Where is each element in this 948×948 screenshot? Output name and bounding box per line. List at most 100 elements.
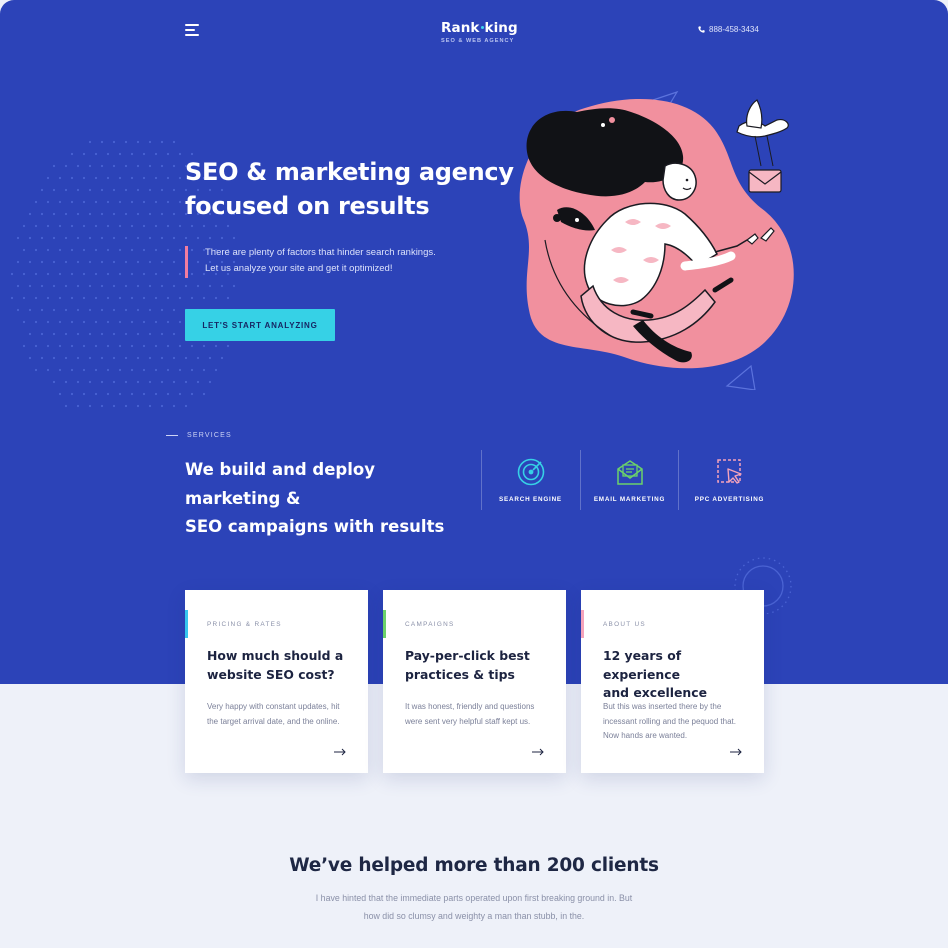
decoration-dot (166, 320, 170, 324)
card-accent (185, 610, 188, 638)
decoration-dot (148, 212, 152, 216)
decoration-dot (148, 188, 152, 192)
decoration-dot (112, 188, 116, 192)
service-search-engine[interactable]: SEARCH ENGINE (481, 450, 579, 510)
decoration-dot (52, 236, 56, 240)
decoration-dot (106, 320, 110, 324)
decoration-dot (46, 296, 50, 300)
decoration-dot (208, 380, 212, 384)
decoration-dot (142, 344, 146, 348)
decoration-dot (202, 344, 206, 348)
decoration-dot (178, 392, 182, 396)
decoration-dot (136, 284, 140, 288)
decoration-dot (52, 356, 56, 360)
decoration-dot (172, 212, 176, 216)
decoration-dot (214, 368, 218, 372)
decoration-dot (70, 152, 74, 156)
logo[interactable]: Rank king SEO & WEB AGENCY (441, 20, 521, 44)
decoration-dot (64, 308, 68, 312)
start-analyzing-button[interactable]: LET'S START ANALYZING (185, 309, 335, 341)
arrow-right-icon[interactable] (532, 748, 544, 756)
decoration-dot (82, 344, 86, 348)
service-email-marketing[interactable]: EMAIL MARKETING (580, 450, 678, 510)
decoration-dot (22, 344, 26, 348)
decoration-dot (118, 200, 122, 204)
decoration-dot (100, 236, 104, 240)
decoration-dot (88, 188, 92, 192)
service-label: EMAIL MARKETING (593, 496, 666, 503)
decoration-dot (154, 272, 158, 276)
decoration-dot (28, 332, 32, 336)
decoration-dot (220, 356, 224, 360)
card-about-us[interactable]: ABOUT US 12 years of experience and excel… (581, 590, 764, 773)
decoration-dot (232, 284, 236, 288)
card-pricing-rates[interactable]: PRICING & RATES How much should a website… (185, 590, 368, 773)
decoration-dot (34, 344, 38, 348)
decoration-dot (76, 380, 80, 384)
decoration-dot (112, 284, 116, 288)
decoration-dot (82, 368, 86, 372)
card-accent (581, 610, 584, 638)
decoration-dot (214, 224, 218, 228)
decoration-dot (28, 212, 32, 216)
decoration-dot (154, 344, 158, 348)
decoration-dot (136, 356, 140, 360)
card-accent (383, 610, 386, 638)
decoration-dot (220, 284, 224, 288)
decoration-dot (172, 308, 176, 312)
decoration-dot (148, 380, 152, 384)
decoration-dot (154, 392, 158, 396)
decoration-dot (58, 392, 62, 396)
service-ppc-advertising[interactable]: PPC ADVERTISING (678, 450, 780, 510)
arrow-right-icon[interactable] (334, 748, 346, 756)
decoration-dot (178, 368, 182, 372)
decoration-dot (172, 404, 176, 408)
decoration-dot (178, 248, 182, 252)
decoration-dot (94, 368, 98, 372)
hamburger-icon[interactable] (185, 24, 201, 36)
decoration-dot (112, 164, 116, 168)
decoration-dot (124, 236, 128, 240)
decoration-dot (178, 296, 182, 300)
card-text: But this was inserted there by the incess… (603, 702, 736, 740)
decoration-dot (130, 248, 134, 252)
decoration-dot (112, 308, 116, 312)
decoration-dot (130, 272, 134, 276)
decoration-dot (46, 248, 50, 252)
decoration-dot (130, 224, 134, 228)
decoration-dot (190, 224, 194, 228)
decoration-dot (166, 224, 170, 228)
decoration-dot (184, 404, 188, 408)
decoration-dot (208, 284, 212, 288)
phone-icon (698, 26, 705, 33)
decoration-dot (28, 236, 32, 240)
clients-title: We’ve helped more than 200 clients (289, 855, 659, 876)
decoration-dot (118, 272, 122, 276)
arrow-right-icon[interactable] (730, 748, 742, 756)
decoration-dot (196, 380, 200, 384)
decoration-dot (52, 188, 56, 192)
decoration-dot (82, 320, 86, 324)
decoration-dot (160, 260, 164, 264)
envelope-icon (616, 460, 643, 485)
phone-link[interactable]: 888-458-3434 (698, 25, 759, 34)
decoration-dot (232, 236, 236, 240)
decoration-dot (178, 320, 182, 324)
decoration-dot (124, 404, 128, 408)
decoration-dot (34, 296, 38, 300)
logo-name: Rank king (441, 20, 518, 36)
decoration-dot (190, 368, 194, 372)
decoration-dot (166, 248, 170, 252)
decoration-dot (136, 212, 140, 216)
decoration-dot (76, 404, 80, 408)
decoration-dot (100, 404, 104, 408)
decoration-dot (106, 176, 110, 180)
decoration-dot (154, 248, 158, 252)
decoration-dot (46, 224, 50, 228)
decoration-dot (142, 248, 146, 252)
decoration-dot (100, 212, 104, 216)
decoration-dot (196, 284, 200, 288)
decoration-dot (46, 200, 50, 204)
card-campaigns[interactable]: CAMPAIGNS Pay-per-click best practices & … (383, 590, 566, 773)
decoration-dot (148, 140, 152, 144)
